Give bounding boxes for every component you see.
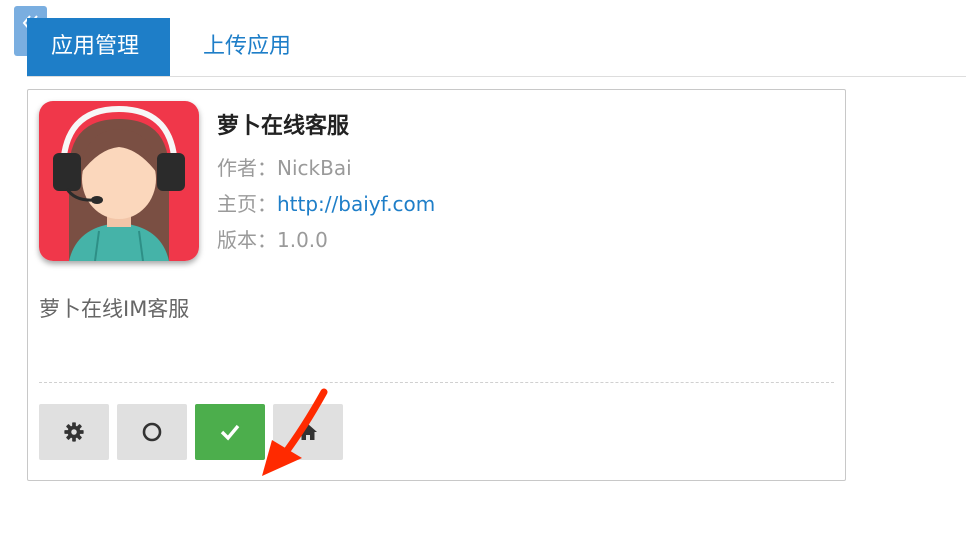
version-value: 1.0.0 — [277, 228, 328, 252]
version-row: 版本：1.0.0 — [217, 224, 328, 253]
annotation-arrow — [262, 388, 328, 476]
divider — [39, 382, 834, 383]
status-toggle-button[interactable] — [117, 404, 187, 460]
tab-upload-app[interactable]: 上传应用 — [179, 18, 315, 76]
circle-icon — [142, 422, 162, 442]
settings-button[interactable] — [39, 404, 109, 460]
author-row: 作者：NickBai — [217, 152, 352, 181]
homepage-row: 主页：http://baiyf.com — [217, 188, 435, 217]
homepage-link[interactable]: http://baiyf.com — [277, 192, 435, 216]
app-description: 萝卜在线IM客服 — [39, 297, 190, 321]
tab-app-management[interactable]: 应用管理 — [27, 18, 170, 76]
gear-icon — [64, 422, 84, 442]
app-name: 萝卜在线客服 — [217, 114, 350, 139]
tab-bar: 应用管理 上传应用 — [27, 18, 966, 77]
headset-avatar-icon — [39, 101, 199, 261]
homepage-label: 主页： — [217, 192, 277, 216]
check-icon — [220, 424, 240, 441]
app-card: 萝卜在线客服 作者：NickBai 主页：http://baiyf.com 版本… — [27, 89, 846, 481]
enable-button[interactable] — [195, 404, 265, 460]
author-value: NickBai — [277, 156, 352, 180]
author-label: 作者： — [217, 156, 277, 180]
version-label: 版本： — [217, 228, 277, 252]
